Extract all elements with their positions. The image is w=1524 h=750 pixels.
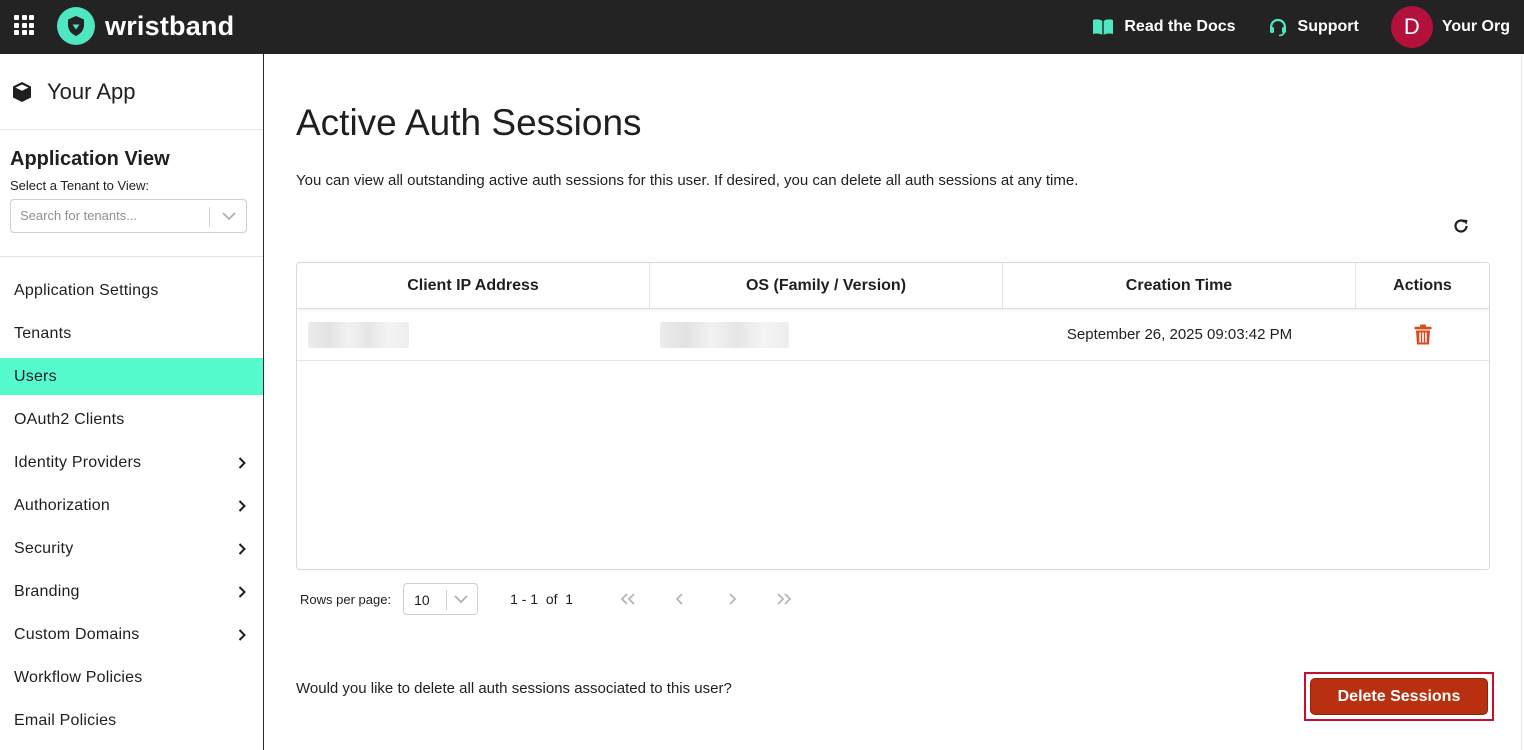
sidebar-item-oauth2-clients[interactable]: OAuth2 Clients bbox=[0, 401, 263, 438]
sidebar-item-application-settings[interactable]: Application Settings bbox=[0, 272, 263, 309]
column-header-client-ip[interactable]: Client IP Address bbox=[297, 263, 650, 308]
read-the-docs-link[interactable]: Read the Docs bbox=[1092, 18, 1236, 36]
support-link[interactable]: Support bbox=[1268, 17, 1359, 37]
chevron-right-icon bbox=[238, 499, 246, 512]
chevron-right-icon bbox=[238, 542, 246, 555]
user-avatar[interactable]: D bbox=[1390, 6, 1433, 48]
chevron-left-icon bbox=[675, 593, 683, 605]
pagination-range: 1 - 1 of 1 bbox=[510, 591, 574, 607]
select-separator bbox=[446, 590, 448, 610]
redacted-ip bbox=[308, 321, 409, 348]
tenant-select[interactable] bbox=[10, 199, 247, 233]
os-cell bbox=[650, 309, 1003, 360]
org-name[interactable]: Your Org bbox=[1442, 18, 1510, 36]
client-ip-cell bbox=[297, 309, 650, 360]
sessions-table: Client IP Address OS (Family / Version) … bbox=[296, 262, 1490, 570]
actions-cell bbox=[1356, 309, 1489, 360]
sidebar-item-email-policies[interactable]: Email Policies bbox=[0, 702, 263, 739]
scrollbar-track[interactable] bbox=[1521, 54, 1522, 750]
chevron-down-icon bbox=[454, 595, 468, 604]
support-label: Support bbox=[1297, 18, 1359, 35]
chevron-right-icon bbox=[238, 456, 246, 469]
chevron-right-icon bbox=[238, 628, 246, 641]
top-bar: wristband Read the Docs Support D Your O… bbox=[0, 0, 1524, 54]
previous-page-button[interactable] bbox=[669, 588, 691, 610]
sidebar-item-label: OAuth2 Clients bbox=[14, 410, 125, 428]
shield-logo-icon bbox=[57, 7, 95, 45]
sidebar-item-label: Application Settings bbox=[14, 281, 159, 299]
delete-sessions-highlight: Delete Sessions bbox=[1304, 672, 1494, 721]
sidebar-nav: Application Settings Tenants Users OAuth2 C… bbox=[0, 257, 263, 739]
sidebar-item-label: Authorization bbox=[14, 496, 110, 514]
last-page-button[interactable] bbox=[773, 588, 795, 610]
double-chevron-right-icon bbox=[777, 593, 792, 605]
table-header: Client IP Address OS (Family / Version) … bbox=[297, 263, 1489, 309]
first-page-button[interactable] bbox=[617, 588, 639, 610]
sidebar-item-label: Custom Domains bbox=[14, 625, 140, 643]
sidebar-item-label: Branding bbox=[14, 582, 80, 600]
column-header-os[interactable]: OS (Family / Version) bbox=[650, 263, 1003, 308]
column-header-creation-time[interactable]: Creation Time bbox=[1003, 263, 1356, 308]
chevron-right-icon bbox=[729, 593, 737, 605]
cube-icon bbox=[13, 81, 31, 102]
sidebar-item-authorization[interactable]: Authorization bbox=[0, 487, 263, 524]
application-view-title: Application View bbox=[10, 148, 170, 170]
book-icon bbox=[1093, 19, 1114, 35]
app-header[interactable]: Your App bbox=[0, 54, 263, 130]
rows-per-page-label: Rows per page: bbox=[300, 591, 392, 607]
sidebar-item-label: Users bbox=[14, 367, 57, 385]
sidebar-item-identity-providers[interactable]: Identity Providers bbox=[0, 444, 263, 481]
creation-time-cell: September 26, 2025 09:03:42 PM bbox=[1066, 326, 1293, 343]
rows-per-page-value: 10 bbox=[414, 592, 430, 608]
headset-icon bbox=[1269, 18, 1286, 37]
brand-logo[interactable]: wristband bbox=[57, 7, 234, 45]
page-description: You can view all outstanding active auth… bbox=[296, 172, 1079, 189]
rows-per-page-select[interactable]: 10 bbox=[403, 583, 479, 615]
pagination: Rows per page: 10 1 - 1 of 1 bbox=[300, 583, 795, 615]
sidebar-item-label: Email Policies bbox=[14, 711, 117, 729]
sidebar-item-label: Workflow Policies bbox=[14, 668, 143, 686]
sidebar-item-label: Tenants bbox=[14, 324, 72, 342]
tenant-search-input[interactable] bbox=[20, 208, 200, 223]
select-separator bbox=[209, 207, 210, 227]
brand-name: wristband bbox=[105, 10, 235, 41]
column-header-actions[interactable]: Actions bbox=[1356, 263, 1489, 308]
refresh-icon[interactable] bbox=[1451, 216, 1471, 236]
delete-sessions-prompt: Would you like to delete all auth sessio… bbox=[296, 680, 732, 697]
sidebar-item-custom-domains[interactable]: Custom Domains bbox=[0, 616, 263, 653]
app-grid-icon[interactable] bbox=[14, 15, 34, 35]
trash-icon[interactable] bbox=[1414, 324, 1432, 345]
sidebar-item-label: Security bbox=[14, 539, 74, 557]
chevron-right-icon bbox=[238, 585, 246, 598]
sidebar-item-workflow-policies[interactable]: Workflow Policies bbox=[0, 659, 263, 696]
redacted-os bbox=[660, 321, 789, 348]
next-page-button[interactable] bbox=[721, 588, 743, 610]
sidebar-item-label: Identity Providers bbox=[14, 453, 142, 471]
page-title: Active Auth Sessions bbox=[296, 102, 642, 143]
read-the-docs-label: Read the Docs bbox=[1124, 18, 1236, 35]
sidebar-item-tenants[interactable]: Tenants bbox=[0, 315, 263, 352]
sidebar-item-branding[interactable]: Branding bbox=[0, 573, 263, 610]
chevron-down-icon[interactable] bbox=[221, 210, 237, 222]
tenant-select-label: Select a Tenant to View: bbox=[10, 178, 150, 193]
sidebar-item-security[interactable]: Security bbox=[0, 530, 263, 567]
delete-sessions-button[interactable]: Delete Sessions bbox=[1310, 678, 1488, 715]
application-view-panel: Application View Select a Tenant to View… bbox=[0, 130, 263, 257]
sidebar: Your App Application View Select a Tenan… bbox=[0, 54, 264, 750]
app-name: Your App bbox=[47, 78, 136, 104]
sidebar-item-users[interactable]: Users bbox=[0, 358, 263, 395]
table-row: September 26, 2025 09:03:42 PM bbox=[297, 309, 1489, 361]
double-chevron-left-icon bbox=[620, 593, 635, 605]
